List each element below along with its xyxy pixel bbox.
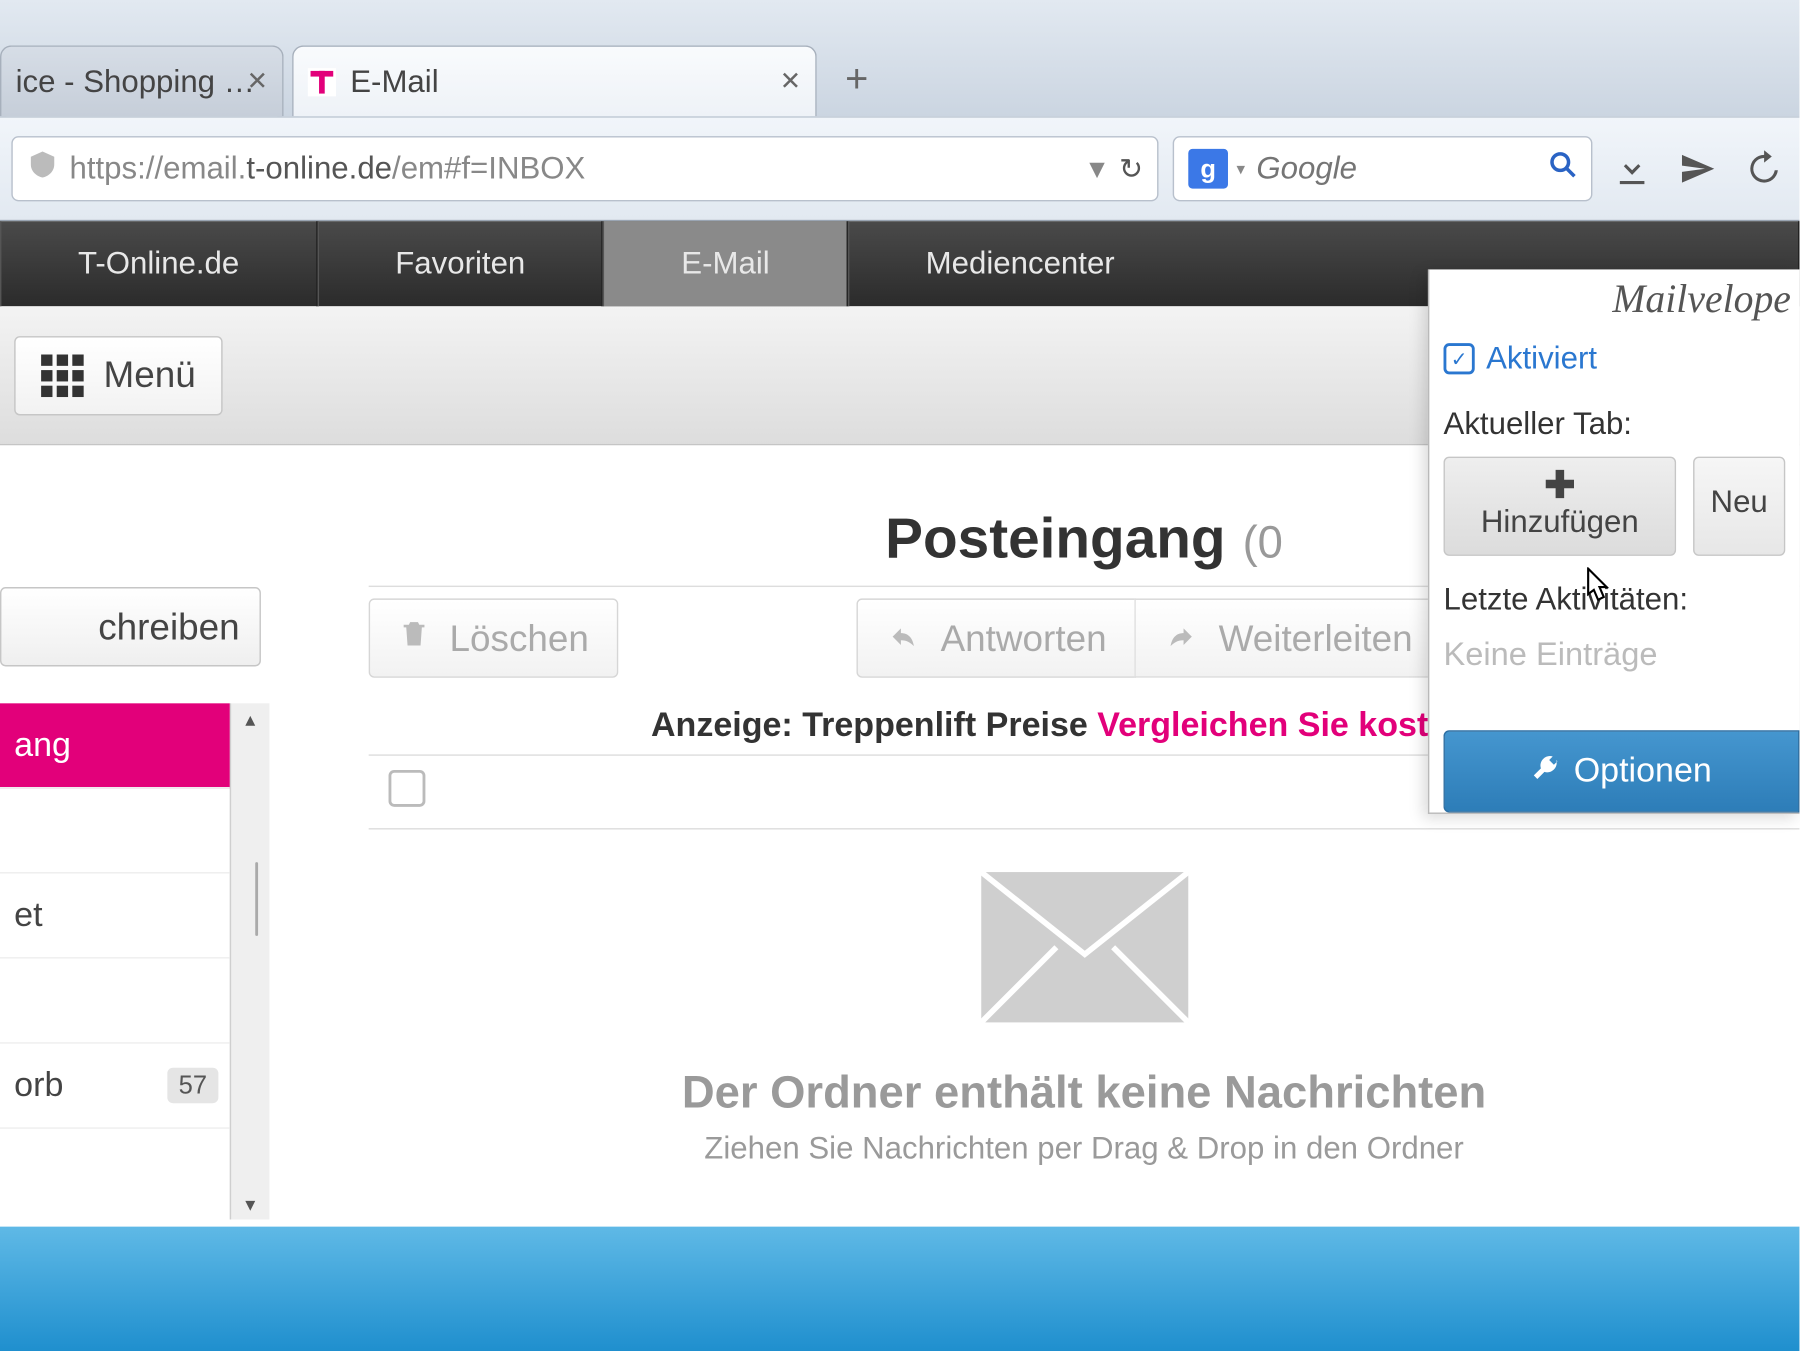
url-text-suffix: /em#f=INBOX	[392, 150, 585, 187]
search-engine-dropdown-icon[interactable]: ▾	[1236, 159, 1245, 179]
sidebar-scrollbar[interactable]: ▴ ▾	[230, 703, 270, 1219]
reply-button[interactable]: Antworten	[857, 598, 1136, 677]
envelope-icon	[369, 869, 1800, 1032]
footer-gradient	[0, 1224, 1799, 1351]
check-icon: ✓	[1444, 343, 1475, 374]
empty-subtitle: Ziehen Sie Nachrichten per Drag & Drop i…	[369, 1130, 1800, 1167]
wrench-icon	[1531, 752, 1559, 792]
forward-button[interactable]: Weiterleiten	[1135, 598, 1442, 677]
menu-label: Menü	[104, 353, 196, 397]
url-bar-row: https://email.t-online.de/em#f=INBOX ▾ ↻…	[0, 116, 1799, 221]
popup-current-tab-label: Aktueller Tab:	[1429, 391, 1799, 456]
folder-trash[interactable]: orb 57	[0, 1044, 230, 1129]
tab-title: ice - Shopping …	[16, 63, 255, 100]
nav-favoriten[interactable]: Favoriten	[317, 221, 603, 306]
folder-label: ang	[14, 725, 71, 765]
scroll-up-icon[interactable]: ▴	[245, 703, 255, 734]
popup-recent-empty: Keine Einträge	[1429, 632, 1799, 730]
select-all-checkbox[interactable]	[389, 770, 426, 807]
popup-brand: Mailvelope	[1429, 269, 1799, 326]
nav-email[interactable]: E-Mail	[603, 221, 847, 306]
delete-button[interactable]: Löschen	[369, 598, 619, 677]
folder-list-wrap: ang et orb 57 ▴ ▾	[0, 703, 269, 1219]
ad-prefix: Anzeige: Treppenlift Preise	[651, 706, 1088, 744]
compose-label: chreiben	[98, 605, 239, 649]
google-icon: g	[1188, 149, 1228, 189]
reload-site-button[interactable]: Neu	[1693, 457, 1785, 556]
url-text-prefix: https://email.	[69, 150, 246, 187]
empty-title: Der Ordner enthält keine Nachrichten	[369, 1066, 1800, 1118]
options-label: Optionen	[1574, 752, 1712, 792]
compose-button[interactable]: chreiben	[0, 587, 261, 666]
forward-label: Weiterleiten	[1219, 616, 1413, 660]
folder-label: orb	[14, 1066, 63, 1106]
downloads-icon[interactable]	[1607, 150, 1658, 187]
grid-icon	[41, 354, 84, 397]
history-icon[interactable]	[1737, 150, 1788, 187]
trash-icon	[398, 615, 429, 662]
nav-t-online[interactable]: T-Online.de	[0, 221, 317, 306]
popup-button-row: ✚ Hinzufügen Neu	[1429, 457, 1799, 568]
browser-tab-active[interactable]: E-Mail ✕	[292, 45, 817, 116]
send-icon[interactable]	[1672, 150, 1723, 187]
browser-tab-inactive[interactable]: ice - Shopping … ✕	[0, 45, 284, 116]
url-text-host: t-online.de	[246, 150, 392, 187]
popup-status[interactable]: ✓ Aktiviert	[1429, 326, 1799, 391]
folder-badge: 57	[167, 1068, 218, 1103]
close-icon[interactable]: ✕	[780, 67, 801, 97]
mailvelope-popup: Mailvelope ✓ Aktiviert Aktueller Tab: ✚ …	[1428, 269, 1800, 814]
delete-label: Löschen	[450, 616, 589, 660]
search-field[interactable]: g ▾	[1173, 136, 1593, 201]
add-site-button[interactable]: ✚ Hinzufügen	[1444, 457, 1677, 556]
url-dropdown-icon[interactable]: ▾	[1089, 150, 1105, 187]
scroll-down-icon[interactable]: ▾	[245, 1188, 255, 1219]
search-input[interactable]	[1256, 150, 1483, 187]
folder-heading: Posteingang	[885, 508, 1225, 572]
site-identity-icon[interactable]	[27, 149, 58, 189]
new-tab-button[interactable]: +	[825, 57, 888, 117]
reply-icon	[887, 616, 921, 660]
reply-label: Antworten	[941, 616, 1107, 660]
folder-sent[interactable]	[0, 788, 230, 873]
folder-count: (0	[1243, 516, 1283, 568]
scroll-thumb[interactable]	[255, 862, 258, 936]
folder-drafts[interactable]: et	[0, 873, 230, 958]
popup-status-label: Aktiviert	[1486, 340, 1597, 377]
empty-state: Der Ordner enthält keine Nachrichten Zie…	[369, 830, 1800, 1167]
sidebar: chreiben ang et orb 57 ▴ ▾	[0, 445, 269, 1219]
folder-list: ang et orb 57	[0, 703, 230, 1219]
folder-spam[interactable]	[0, 959, 230, 1044]
reload-site-label: Neu	[1711, 484, 1768, 519]
telekom-icon	[308, 67, 336, 95]
folder-inbox[interactable]: ang	[0, 703, 230, 788]
tab-title: E-Mail	[350, 63, 438, 100]
browser-tabstrip: ice - Shopping … ✕ E-Mail ✕ +	[0, 0, 1799, 116]
add-site-label: Hinzufügen	[1481, 503, 1639, 538]
forward-icon	[1165, 616, 1199, 660]
menu-button[interactable]: Menü	[14, 335, 223, 414]
search-icon[interactable]	[1548, 150, 1576, 187]
options-button[interactable]: Optionen	[1444, 730, 1800, 812]
folder-label: et	[14, 895, 42, 935]
close-icon[interactable]: ✕	[247, 67, 268, 97]
popup-recent-label: Letzte Aktivitäten:	[1429, 567, 1799, 632]
url-field[interactable]: https://email.t-online.de/em#f=INBOX ▾ ↻	[11, 136, 1158, 201]
plus-icon: ✚	[1445, 467, 1675, 504]
reload-icon[interactable]: ↻	[1119, 151, 1143, 186]
